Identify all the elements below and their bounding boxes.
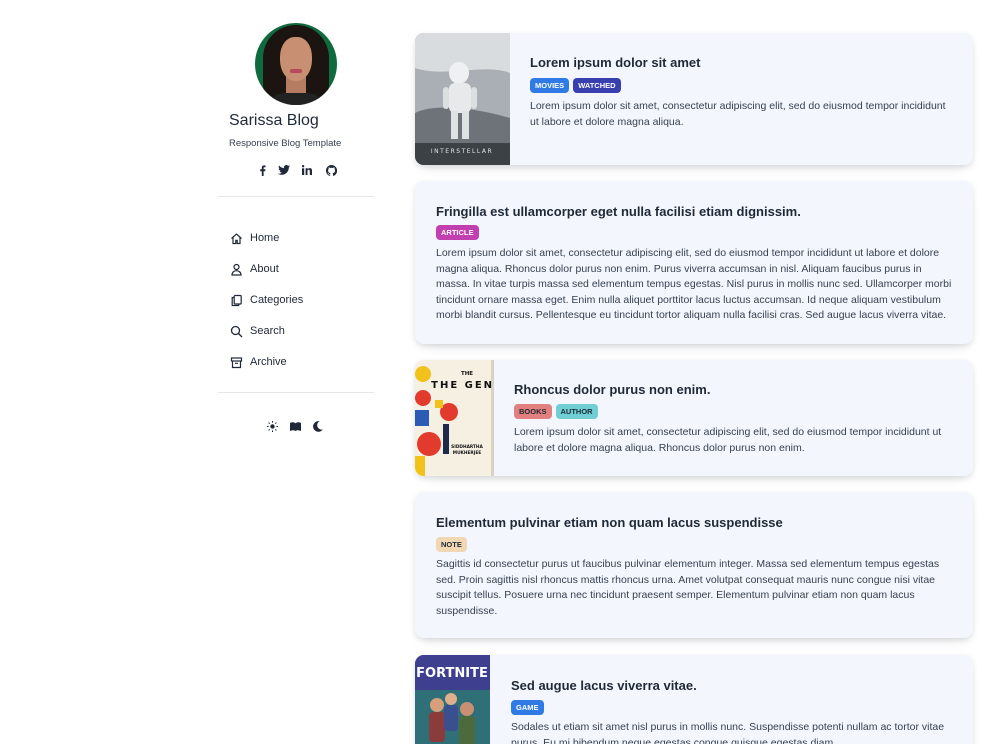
sidebar-item-label: Home — [250, 232, 280, 244]
archive-icon — [229, 355, 243, 369]
post-card[interactable]: INTERSTELLAR Lorem ipsum dolor sit amet … — [415, 33, 973, 165]
post-excerpt: Sodales ut etiam sit amet nisl purus in … — [511, 721, 945, 744]
post-thumbnail: FORTNITE — [415, 655, 490, 744]
twitter-icon[interactable] — [278, 163, 290, 177]
svg-text:THE: THE — [461, 371, 473, 377]
facebook-icon[interactable] — [256, 163, 268, 177]
post-thumbnail: THE THE GENE SIDDHARTHA MUKHERJEE — [415, 360, 501, 476]
post-card[interactable]: Elementum pulvinar etiam non quam lacus … — [415, 492, 973, 638]
sidebar-item-search[interactable]: Search — [229, 322, 285, 340]
post-badges: NOTE — [436, 537, 467, 552]
post-excerpt: Lorem ipsum dolor sit amet, consectetur … — [514, 426, 942, 454]
theme-switcher — [266, 419, 326, 433]
sidebar-item-label: Archive — [250, 356, 287, 368]
linkedin-icon[interactable] — [301, 163, 313, 177]
post-card[interactable]: Fringilla est ullamcorper eget nulla fac… — [415, 181, 973, 344]
reading-mode-icon[interactable] — [289, 419, 301, 433]
tag-badge[interactable]: MOVIES — [530, 78, 570, 93]
sidebar-divider — [218, 196, 374, 197]
user-icon — [229, 262, 243, 276]
tag-badge[interactable]: ARTICLE — [436, 225, 479, 240]
sidebar-item-label: Categories — [250, 294, 304, 306]
sidebar-item-archive[interactable]: Archive — [229, 353, 287, 371]
social-links — [256, 163, 338, 177]
post-card[interactable]: FORTNITE Sed augue lacus viverra vitae. … — [415, 655, 973, 744]
copy-icon — [229, 293, 243, 307]
sidebar-item-home[interactable]: Home — [229, 229, 279, 247]
tag-badge[interactable]: GAME — [511, 700, 544, 715]
sidebar: Sarissa Blog Responsive Blog Template Ho… — [218, 0, 374, 744]
post-card[interactable]: THE THE GENE SIDDHARTHA MUKHERJEE Rhoncu… — [415, 360, 973, 476]
post-title[interactable]: Fringilla est ullamcorper eget nulla fac… — [436, 204, 801, 219]
game-title: FORTNITE — [416, 666, 488, 681]
tag-badge[interactable]: AUTHOR — [555, 404, 598, 419]
post-title[interactable]: Lorem ipsum dolor sit amet — [530, 55, 700, 70]
tag-badge[interactable]: WATCHED — [573, 78, 621, 93]
blog-subtitle: Responsive Blog Template — [229, 138, 342, 149]
home-icon — [229, 231, 243, 245]
post-image-caption: INTERSTELLAR — [431, 148, 493, 155]
search-icon — [229, 324, 243, 338]
post-badges: BOOKS AUTHOR — [514, 404, 598, 419]
post-badges: GAME — [511, 700, 544, 715]
github-icon[interactable] — [325, 163, 337, 177]
sidebar-item-label: About — [250, 263, 279, 275]
svg-text:MUKHERJEE: MUKHERJEE — [453, 450, 481, 456]
post-excerpt: Lorem ipsum dolor sit amet, consectetur … — [530, 100, 946, 128]
post-thumbnail: INTERSTELLAR — [415, 33, 510, 165]
blog-title[interactable]: Sarissa Blog — [229, 112, 319, 130]
svg-text:SIDDHARTHA: SIDDHARTHA — [451, 444, 483, 450]
post-excerpt: Lorem ipsum dolor sit amet, consectetur … — [436, 247, 952, 321]
sidebar-item-label: Search — [250, 325, 285, 337]
sidebar-item-about[interactable]: About — [229, 260, 279, 278]
tag-badge[interactable]: BOOKS — [514, 404, 552, 419]
post-badges: MOVIES WATCHED — [530, 78, 621, 93]
tag-badge[interactable]: NOTE — [436, 537, 467, 552]
sidebar-item-categories[interactable]: Categories — [229, 291, 303, 309]
book-title: THE GENE — [431, 380, 494, 391]
sidebar-divider — [218, 392, 374, 393]
post-title[interactable]: Elementum pulvinar etiam non quam lacus … — [436, 515, 783, 530]
post-badges: ARTICLE — [436, 225, 479, 240]
avatar[interactable] — [255, 23, 337, 105]
post-title[interactable]: Sed augue lacus viverra vitae. — [511, 678, 697, 693]
post-title[interactable]: Rhoncus dolor purus non enim. — [514, 382, 710, 397]
dark-mode-icon[interactable] — [312, 419, 324, 433]
post-excerpt: Sagittis id consectetur purus ut faucibu… — [436, 558, 940, 617]
light-mode-icon[interactable] — [266, 419, 278, 433]
